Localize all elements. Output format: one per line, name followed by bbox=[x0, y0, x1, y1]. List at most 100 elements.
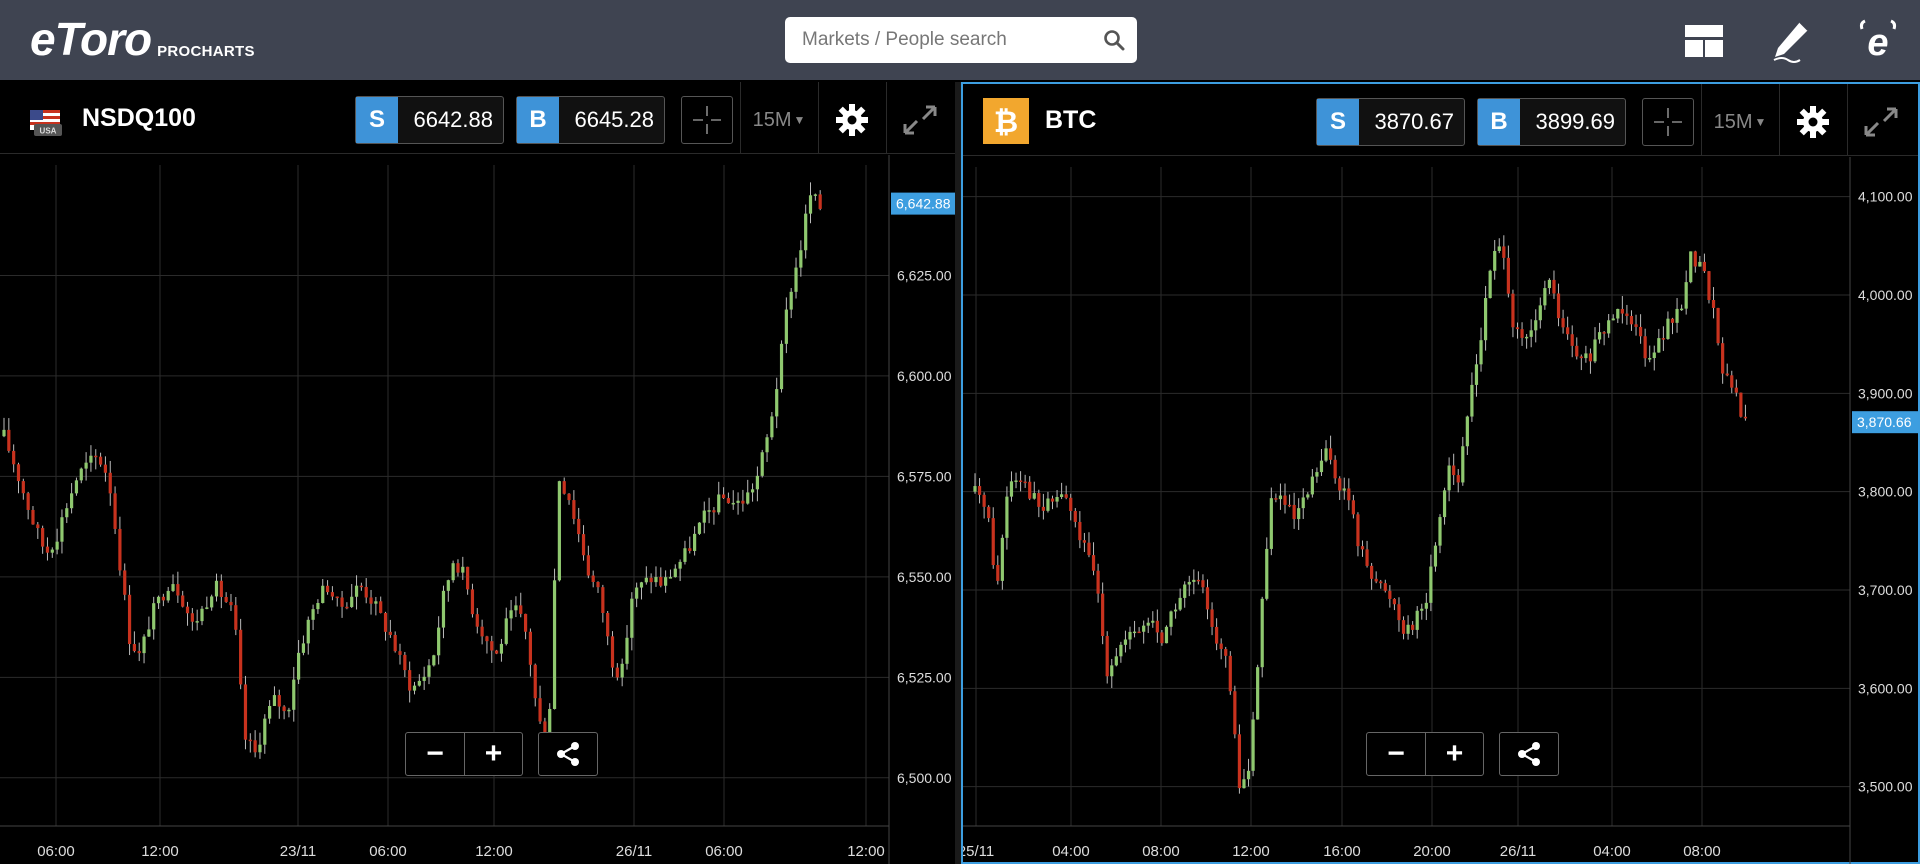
instrument-name[interactable]: BTC bbox=[1045, 106, 1096, 135]
crosshair-button[interactable] bbox=[1642, 98, 1694, 146]
candle-body bbox=[596, 581, 600, 588]
share-icon bbox=[557, 742, 579, 766]
candle-body bbox=[996, 565, 1000, 581]
expand-button[interactable] bbox=[1851, 98, 1911, 146]
candle-body bbox=[1287, 504, 1292, 507]
etoro-logo[interactable]: eToro PROCHARTS bbox=[30, 12, 255, 62]
expand-button[interactable] bbox=[890, 96, 950, 144]
candle-body bbox=[383, 612, 388, 632]
candle-body bbox=[1502, 246, 1506, 258]
candle-body bbox=[1383, 583, 1387, 591]
top-bar: eToro PROCHARTS e bbox=[0, 0, 1920, 80]
x-axis-label: 12:00 bbox=[847, 843, 885, 860]
zoom-out-button[interactable]: − bbox=[406, 733, 464, 775]
svg-text:₿: ₿ bbox=[994, 106, 1018, 139]
gear-icon bbox=[1797, 106, 1829, 138]
candle-body bbox=[1479, 340, 1483, 365]
interval-select[interactable]: 15M ▼ bbox=[744, 96, 814, 144]
share-button[interactable] bbox=[538, 732, 598, 776]
candle-body bbox=[1297, 508, 1301, 520]
candle-body bbox=[533, 664, 537, 699]
candle-body bbox=[712, 510, 716, 513]
candle-body bbox=[1438, 517, 1442, 546]
x-axis-label: 26/11 bbox=[1500, 843, 1536, 860]
candle-body bbox=[451, 563, 455, 581]
candle-body bbox=[214, 580, 219, 597]
candle-body bbox=[345, 606, 349, 609]
candle-body bbox=[741, 500, 745, 504]
buy-price-box[interactable]: B 6645.28 bbox=[516, 96, 665, 144]
y-axis-label: 6,625.00 bbox=[897, 267, 952, 283]
candle-body bbox=[1711, 299, 1716, 308]
panel-header: USA NSDQ100 S 6642.88 B 6645.28 15M ▼ bbox=[0, 82, 955, 154]
candle-body bbox=[1110, 665, 1114, 677]
candle-body bbox=[1611, 318, 1615, 321]
buy-price-box[interactable]: B 3899.69 bbox=[1477, 98, 1626, 146]
candle-body bbox=[1073, 510, 1077, 522]
search-box[interactable] bbox=[785, 17, 1137, 63]
candle-body bbox=[195, 621, 199, 623]
chart-panel-nsdq100[interactable]: USA NSDQ100 S 6642.88 B 6645.28 15M ▼ 6,6… bbox=[0, 82, 955, 864]
etoro-e-icon[interactable]: e bbox=[1852, 15, 1904, 67]
candle-body bbox=[1607, 320, 1611, 334]
zoom-out-button[interactable]: − bbox=[1367, 733, 1425, 775]
candle-body bbox=[1534, 320, 1538, 331]
candle-body bbox=[108, 472, 112, 494]
candle-body bbox=[775, 389, 779, 417]
logo-subtitle: PROCHARTS bbox=[157, 43, 255, 60]
candle-body bbox=[45, 546, 50, 553]
interval-select[interactable]: 15M ▼ bbox=[1705, 98, 1775, 146]
candle-body bbox=[973, 486, 977, 492]
candle-body bbox=[615, 667, 619, 678]
search-icon[interactable] bbox=[1091, 17, 1137, 63]
candle-body bbox=[688, 548, 692, 551]
svg-text:e: e bbox=[1867, 22, 1888, 63]
x-axis-label: 12:00 bbox=[141, 843, 179, 860]
candle-body bbox=[572, 500, 576, 519]
candle-body bbox=[1155, 620, 1159, 633]
candle-body bbox=[1648, 358, 1652, 360]
candle-body bbox=[1374, 578, 1378, 582]
candle-body bbox=[296, 652, 301, 680]
candle-body bbox=[1060, 494, 1064, 498]
candle-body bbox=[1119, 644, 1123, 657]
candle-body bbox=[1506, 257, 1510, 294]
share-button[interactable] bbox=[1499, 732, 1559, 776]
candle-body bbox=[1388, 590, 1392, 599]
candle-body bbox=[1734, 387, 1738, 393]
zoom-in-button[interactable]: + bbox=[464, 733, 522, 775]
instrument-name[interactable]: NSDQ100 bbox=[82, 104, 196, 133]
bitcoin-icon[interactable]: ₿ bbox=[983, 98, 1029, 144]
sell-tag: S bbox=[356, 97, 398, 143]
search-input[interactable] bbox=[785, 17, 1091, 63]
candle-body bbox=[1032, 493, 1036, 499]
candle-body bbox=[606, 612, 610, 637]
chart-panel-btc[interactable]: ₿ BTC S 3870.67 B 3899.69 15M ▼ 4,100.00 4… bbox=[961, 82, 1920, 864]
candle-body bbox=[577, 518, 581, 535]
candle-body bbox=[1556, 293, 1561, 319]
settings-button[interactable] bbox=[822, 96, 882, 144]
candle-body bbox=[456, 563, 460, 573]
crosshair-button[interactable] bbox=[681, 96, 733, 144]
candle-body bbox=[156, 596, 161, 604]
pencil-icon[interactable] bbox=[1766, 15, 1818, 67]
sell-price: 6642.88 bbox=[413, 107, 493, 132]
buy-price: 6645.28 bbox=[574, 107, 654, 132]
candle-body bbox=[523, 613, 528, 632]
zoom-in-button[interactable]: + bbox=[1425, 733, 1483, 775]
candle-body bbox=[683, 548, 687, 562]
candle-body bbox=[292, 679, 296, 710]
candle-body bbox=[210, 596, 214, 608]
sell-price-box[interactable]: S 6642.88 bbox=[355, 96, 504, 144]
candle-body bbox=[277, 695, 281, 707]
layout-icon[interactable] bbox=[1678, 15, 1730, 67]
candle-body bbox=[1456, 475, 1460, 483]
us-flag-icon[interactable]: USA bbox=[22, 100, 68, 146]
settings-button[interactable] bbox=[1783, 98, 1843, 146]
candle-body bbox=[1470, 384, 1474, 417]
candle-body bbox=[1370, 565, 1374, 579]
sell-price: 3870.67 bbox=[1374, 109, 1454, 134]
sell-price-box[interactable]: S 3870.67 bbox=[1316, 98, 1465, 146]
candle-body bbox=[359, 585, 363, 588]
candle-body bbox=[1082, 540, 1087, 543]
